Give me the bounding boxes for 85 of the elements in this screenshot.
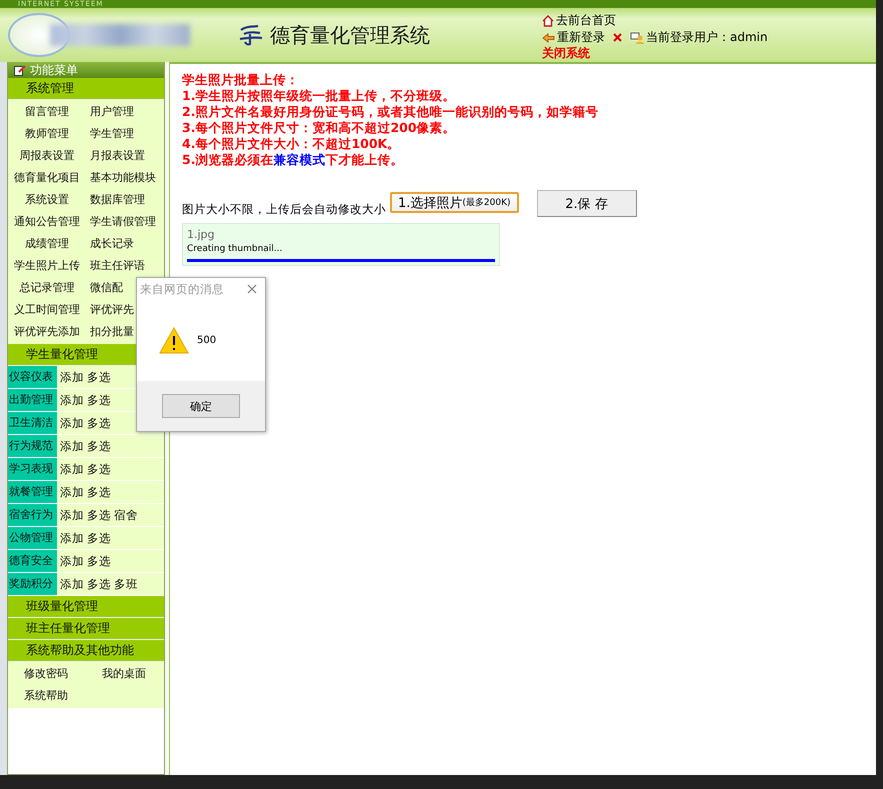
action-link[interactable]: 添加 [60, 458, 84, 480]
edit-icon [14, 64, 26, 76]
menu-item[interactable]: 成绩管理 [8, 233, 86, 255]
category-label: 公物管理 [8, 527, 57, 549]
section-header[interactable]: 班级量化管理 [8, 596, 164, 618]
action-link[interactable]: 多选 [87, 389, 111, 411]
section-header[interactable]: 系统管理 [8, 78, 164, 100]
category-label: 出勤管理 [8, 389, 57, 411]
calligraphy-icon [238, 24, 264, 46]
current-user-label: 当前登录用户：admin [646, 30, 768, 45]
action-link[interactable]: 宿舍 [114, 504, 138, 526]
category-label: 德育安全 [8, 550, 57, 572]
notice-line: 1.学生照片按照年级统一批量上传，不分班级。 [182, 88, 456, 104]
action-link[interactable]: 多选 [87, 458, 111, 480]
action-link[interactable]: 多选 [87, 366, 111, 388]
menu-item[interactable]: 学生管理 [86, 123, 164, 145]
action-link[interactable]: 添加 [60, 550, 84, 572]
menu-item[interactable]: 总记录管理 [8, 277, 86, 299]
category-label: 卫生清洁 [8, 412, 57, 434]
action-link[interactable]: 添加 [60, 504, 84, 526]
action-link[interactable]: 添加 [60, 412, 84, 434]
menu-item[interactable]: 系统帮助 [8, 685, 86, 707]
category-label: 行为规范 [8, 435, 57, 457]
ok-button[interactable]: 确定 [162, 394, 240, 418]
action-link[interactable]: 多选 [87, 504, 111, 526]
notice-line: 5.浏览器必须在兼容模式下才能上传。 [182, 152, 404, 168]
menu-item[interactable]: 教师管理 [8, 123, 86, 145]
home-link[interactable]: 去前台首页 [542, 13, 622, 28]
action-link[interactable]: 添加 [60, 481, 84, 503]
menu-item[interactable]: 用户管理 [86, 101, 164, 123]
menu-item[interactable]: 数据库管理 [86, 189, 164, 211]
close-icon [613, 33, 622, 42]
action-link[interactable]: 添加 [60, 366, 84, 388]
user-icon [630, 32, 644, 44]
notice-title: 学生照片批量上传： [182, 72, 300, 88]
dialog-title: 来自网页的消息 [140, 282, 224, 296]
menu-title: 功能菜单 [30, 62, 78, 78]
menu-item[interactable]: 周报表设置 [8, 145, 86, 167]
menu-item[interactable]: 我的桌面 [86, 663, 164, 685]
size-hint: 图片大小不限，上传后会自动修改大小 [182, 202, 386, 217]
action-link[interactable]: 多选 [87, 481, 111, 503]
menu-item[interactable]: 月报表设置 [86, 145, 164, 167]
section-header[interactable]: 班主任量化管理 [8, 618, 164, 640]
menu-item[interactable]: 学生请假管理 [86, 211, 164, 233]
menu-item[interactable]: 义工时间管理 [8, 299, 86, 321]
category-label: 就餐管理 [8, 481, 57, 503]
menu-item[interactable]: 通知公告管理 [8, 211, 86, 233]
menu-item[interactable]: 班主任评语 [86, 255, 164, 277]
select-photos-button[interactable]: 1.选择照片(最多200K) [390, 192, 519, 213]
action-link[interactable]: 多选 [87, 527, 111, 549]
save-button[interactable]: 2.保 存 [536, 190, 637, 217]
action-link[interactable]: 多选 [87, 573, 111, 595]
menu-item[interactable]: 留言管理 [8, 101, 86, 123]
notice-line: 2.照片文件名最好用身份证号码，或者其他唯一能识别的号码，如学籍号 [182, 104, 600, 120]
category-label: 奖励积分 [8, 573, 57, 595]
dialog-message: 500 [197, 335, 216, 346]
notice-line: 4.每个照片文件大小：不超过100K。 [182, 136, 402, 152]
upload-status: Creating thumbnail... [187, 243, 284, 256]
action-link[interactable]: 添加 [60, 527, 84, 549]
menu-item[interactable]: 德育量化项目 [8, 167, 86, 189]
action-link[interactable]: 多选 [87, 412, 111, 434]
close-icon[interactable] [247, 284, 257, 294]
section-header[interactable]: 系统帮助及其他功能 [8, 640, 164, 662]
file-name: 1.jpg [187, 228, 216, 242]
system-title: 德育量化管理系统 [270, 22, 430, 48]
action-link[interactable]: 多班 [114, 573, 138, 595]
action-link[interactable]: 多选 [87, 435, 111, 457]
action-link[interactable]: 添加 [60, 573, 84, 595]
warning-icon [159, 327, 189, 354]
arrow-icon [542, 32, 555, 42]
action-link[interactable]: 添加 [60, 389, 84, 411]
menu-item[interactable]: 修改密码 [8, 663, 86, 685]
menu-item[interactable]: 学生照片上传 [8, 255, 86, 277]
notice-line: 3.每个照片文件尺寸：宽和高不超过200像素。 [182, 120, 457, 136]
menu-item[interactable]: 基本功能模块 [86, 167, 164, 189]
category-label: 宿舍行为 [8, 504, 57, 526]
menu-item[interactable]: 成长记录 [86, 233, 164, 255]
relogin-link[interactable]: 重新登录 [542, 30, 622, 45]
category-label: 学习表现 [8, 458, 57, 480]
menu-item[interactable]: 评优评先添加 [8, 321, 86, 343]
action-link[interactable]: 添加 [60, 435, 84, 457]
action-link[interactable]: 多选 [87, 550, 111, 572]
menu-item[interactable]: 系统设置 [8, 189, 86, 211]
category-label: 仪容仪表 [8, 366, 57, 388]
house-icon [542, 14, 554, 26]
